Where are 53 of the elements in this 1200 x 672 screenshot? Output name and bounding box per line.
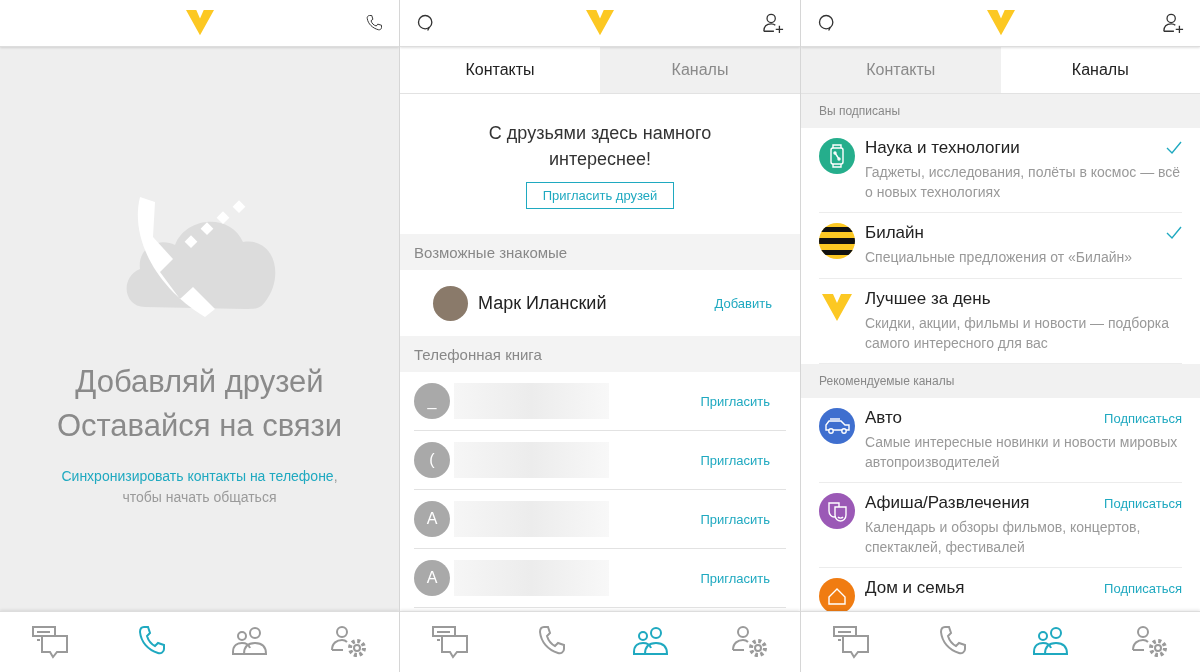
channel-description: Специальные предложения от «Билайн» [865, 248, 1134, 267]
invite-link[interactable]: Пригласить [700, 511, 770, 527]
section-header: Возможные знакомые [400, 234, 800, 270]
chat-icon[interactable] [430, 624, 470, 660]
initial-avatar: ( [414, 442, 450, 478]
channel-item[interactable]: Афиша/Развлечения Подписаться Календарь и обзоры фильмов, концертов, спектаклей, фестивалей [819, 483, 1182, 568]
initial-avatar: A [414, 501, 450, 537]
channel-item[interactable]: Дом и семья Подписаться [819, 568, 1182, 611]
channel-description: Календарь и обзоры фильмов, концертов, спектаклей, фестивалей [865, 518, 1142, 557]
invite-prompt: С друзьями здесь намного интереснее! [487, 121, 713, 171]
invite-link[interactable]: Пригласить [700, 452, 770, 468]
channel-description: Самые интересные новинки и новости мировых автопроизводителей [865, 433, 1179, 472]
initial-avatar: _ [414, 383, 450, 419]
add-link[interactable]: Добавить [714, 295, 772, 311]
avatar [433, 285, 468, 321]
sync-hint: Синхронизировать контакты на телефоне, чтобы начать общаться [61, 467, 338, 507]
invite-link[interactable]: Пригласить [700, 570, 770, 586]
phone-icon[interactable] [365, 14, 383, 32]
section-header: Рекомендуемые каналы [801, 364, 1200, 398]
chat-icon[interactable] [830, 624, 871, 660]
chat-icon[interactable] [29, 624, 70, 660]
add-user-icon[interactable] [762, 12, 784, 34]
contact-name: Марк Иланский [478, 292, 608, 314]
channel-title: Наука и технологии [865, 138, 1020, 158]
channel-item[interactable]: Авто Подписаться Самые интересные новинки и новости мировых автопроизводителей [819, 398, 1182, 483]
channel-title: Лучшее за день [865, 289, 991, 309]
invite-friends-button[interactable]: Пригласить друзей [525, 181, 675, 209]
logo-icon [586, 10, 614, 36]
logo-icon [822, 293, 852, 321]
initial-avatar: A [414, 560, 450, 596]
subscribe-link[interactable]: Подписаться [1104, 495, 1182, 511]
sync-contacts-link[interactable]: Синхронизировать контакты на телефоне [61, 468, 334, 484]
channel-description: Скидки, акции, фильмы и новости — подборка самого интересного для вас [865, 314, 1171, 353]
subscribe-link[interactable]: Подписаться [1104, 410, 1182, 426]
empty-state-title: Оставайся на связи [56, 407, 343, 445]
channel-item[interactable]: Наука и технологии Гаджеты, исследования, полёты в космос — всё о новых технологиях [819, 128, 1182, 213]
invite-link[interactable]: Пригласить [700, 393, 770, 409]
channel-item[interactable]: Билайн Специальные предложения от «Билайн» [819, 213, 1182, 279]
tab[interactable]: Каналы [600, 47, 800, 93]
section-header: Вы подписаны [801, 94, 1200, 128]
section-header: Телефонная книга [400, 336, 800, 372]
channel-description: Гаджеты, исследования, полёты в космос — всё о новых технологиях [865, 163, 1182, 202]
logo-icon [185, 10, 214, 36]
channel-title: Авто [865, 408, 903, 428]
channel-title: Дом и семья [865, 578, 965, 598]
channel-title: Афиша/Развлечения [865, 493, 1030, 513]
tab[interactable]: Контакты [801, 47, 1001, 93]
add-user-icon[interactable] [1162, 12, 1184, 34]
user-settings-icon[interactable] [730, 624, 770, 660]
channel-title: Билайн [865, 223, 924, 243]
subscribe-link[interactable]: Подписаться [1104, 580, 1182, 596]
empty-state-title: Добавляй друзей [75, 363, 324, 401]
logo-icon [986, 10, 1015, 36]
